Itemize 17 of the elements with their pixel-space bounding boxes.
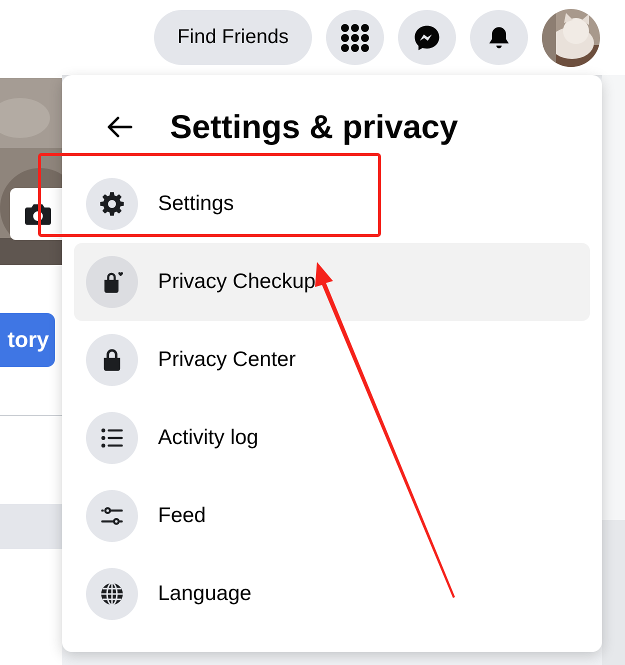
messenger-icon xyxy=(413,24,441,52)
camera-button[interactable] xyxy=(10,188,62,240)
panel-background xyxy=(0,504,62,549)
menu-item[interactable]: Settings xyxy=(74,165,590,243)
menu-item[interactable]: Privacy Checkup xyxy=(74,243,590,321)
find-friends-button[interactable]: Find Friends xyxy=(154,10,312,65)
story-button[interactable]: tory xyxy=(0,313,55,367)
back-arrow-icon xyxy=(107,116,133,138)
menu-title: Settings & privacy xyxy=(170,108,458,146)
globe-icon xyxy=(99,581,125,607)
camera-icon xyxy=(25,203,51,225)
gear-icon xyxy=(99,191,125,217)
menu-item[interactable]: Activity log xyxy=(74,399,590,477)
grid-icon xyxy=(340,22,370,52)
menu-item[interactable]: Privacy Center xyxy=(74,321,590,399)
menu-item[interactable]: Language xyxy=(74,555,590,633)
menu-item[interactable]: Feed xyxy=(74,477,590,555)
